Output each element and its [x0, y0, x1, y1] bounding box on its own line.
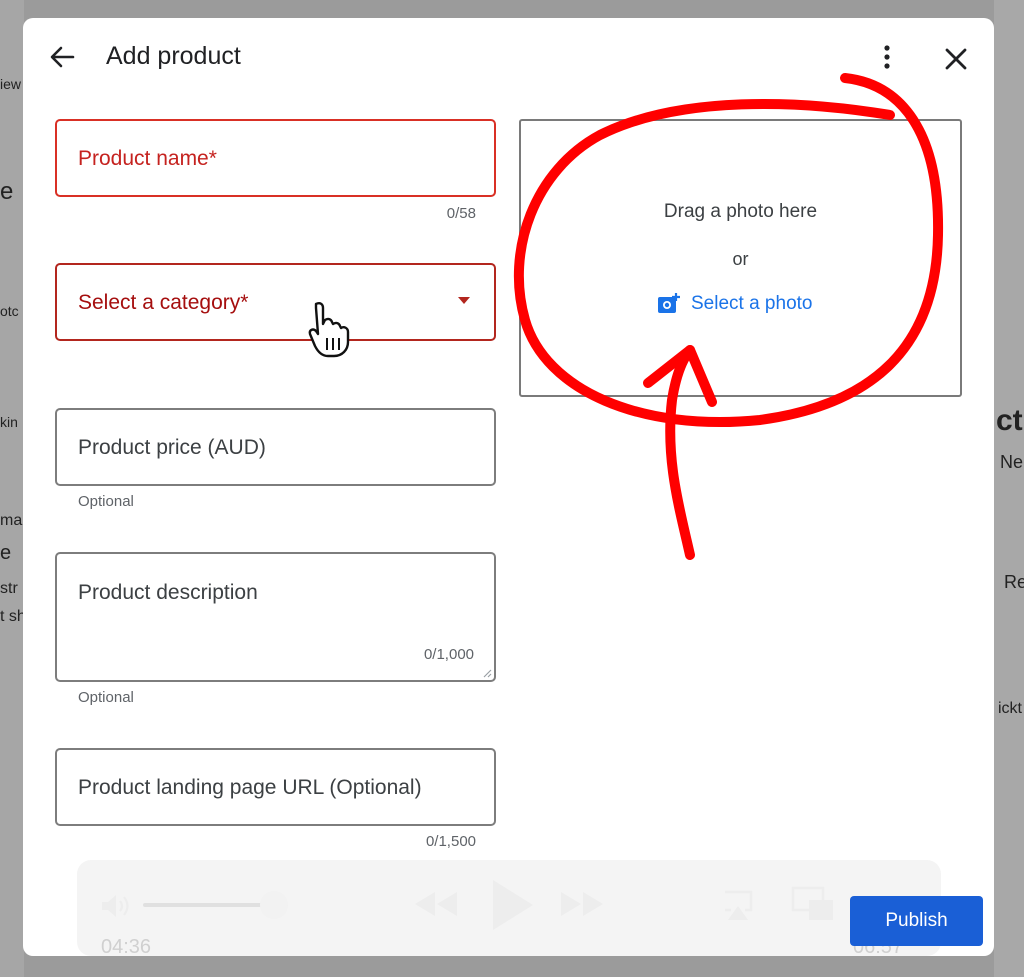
more-vert-icon — [884, 45, 890, 69]
background-right-strip — [994, 0, 1024, 977]
background-text: otc — [0, 303, 19, 319]
category-select[interactable]: Select a category* — [55, 263, 496, 341]
play-icon[interactable] — [487, 878, 535, 932]
background-text: kin — [0, 414, 18, 430]
publish-button[interactable]: Publish — [850, 896, 983, 946]
category-placeholder: Select a category* — [78, 291, 249, 314]
airplay-icon[interactable] — [721, 888, 755, 922]
product-price-field[interactable]: Product price (AUD) — [55, 408, 496, 486]
back-button[interactable] — [47, 42, 77, 72]
background-text: iew — [0, 76, 22, 92]
picture-in-picture-icon[interactable] — [791, 886, 835, 922]
product-price-placeholder: Product price (AUD) — [78, 436, 266, 459]
rewind-icon[interactable] — [413, 888, 459, 920]
background-text: cti — [996, 404, 1024, 437]
description-counter: 0/1,000 — [423, 646, 474, 663]
select-photo-label: Select a photo — [691, 293, 813, 314]
select-photo-button[interactable]: Select a photo — [657, 293, 812, 315]
price-helper-text: Optional — [78, 493, 134, 510]
arrow-left-icon — [50, 46, 75, 68]
dialog-title: Add product — [106, 42, 241, 70]
background-text: Ne — [1000, 452, 1024, 472]
more-options-button[interactable] — [875, 42, 899, 72]
add-product-dialog: Add product Product name* 0/58 Select a … — [23, 18, 994, 956]
product-description-field[interactable]: Product description 0/1,000 — [55, 552, 496, 682]
dropdown-caret-icon — [458, 297, 470, 304]
close-icon — [945, 48, 967, 70]
product-name-counter: 0/58 — [446, 205, 476, 222]
drag-photo-text: Drag a photo here — [663, 201, 818, 222]
dialog-header: Add product — [23, 18, 994, 98]
product-description-placeholder: Product description — [78, 581, 258, 604]
volume-slider-knob[interactable] — [259, 891, 288, 919]
product-name-placeholder: Product name* — [78, 147, 217, 170]
background-text: Re — [1004, 572, 1024, 592]
or-text: or — [732, 249, 749, 269]
background-text: ma — [0, 512, 23, 529]
resize-handle-icon[interactable] — [482, 668, 492, 678]
background-text: ickt — [998, 700, 1022, 717]
elapsed-time: 04:36 — [101, 936, 152, 956]
add-photo-icon — [658, 293, 680, 313]
background-text: t sh — [0, 608, 26, 625]
video-player-controls: 04:36 06:57 — [77, 860, 941, 956]
description-helper-text: Optional — [78, 689, 134, 706]
photo-drop-zone[interactable]: Drag a photo here or Select a photo — [519, 119, 962, 397]
background-text: e — [0, 542, 12, 564]
landing-url-counter: 0/1,500 — [425, 833, 476, 850]
close-button[interactable] — [941, 44, 971, 74]
background-text: str — [0, 580, 18, 597]
landing-url-placeholder: Product landing page URL (Optional) — [78, 776, 422, 799]
volume-icon[interactable] — [99, 891, 133, 921]
product-name-field[interactable]: Product name* — [55, 119, 496, 197]
background-left-strip — [0, 0, 24, 977]
landing-url-field[interactable]: Product landing page URL (Optional) — [55, 748, 496, 826]
fast-forward-icon[interactable] — [559, 888, 605, 920]
hand-cursor-icon — [308, 302, 350, 358]
background-text: e — [0, 178, 14, 205]
